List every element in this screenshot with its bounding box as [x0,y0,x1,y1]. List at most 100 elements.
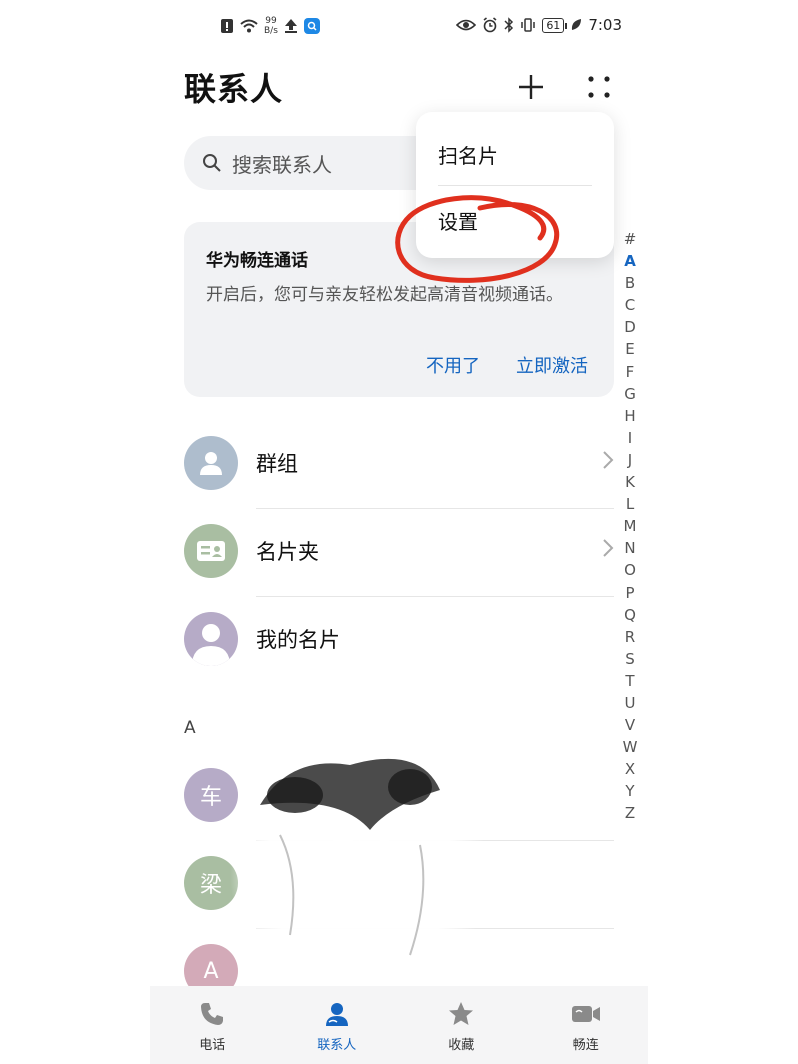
menu-item-settings[interactable]: 设置 [438,206,478,235]
row-label: 群组 [256,452,298,476]
alpha-index-letter[interactable]: Q [624,604,636,626]
alphabet-index[interactable]: # A B C D E F G H I J K L M N O P Q R S T U V W X Y Z [620,228,640,825]
wifi-icon [240,19,258,33]
nav-label: 电话 [199,1038,226,1053]
alpha-index-letter[interactable]: B [625,272,635,294]
alpha-index-letter[interactable]: H [624,405,635,427]
nav-label: 畅连 [572,1038,599,1053]
video-call-icon [571,1006,600,1022]
search-placeholder: 搜索联系人 [232,152,332,177]
overflow-menu: 扫名片 设置 [416,112,614,258]
battery-indicator: 61 [542,17,568,33]
alpha-index-letter[interactable]: F [626,361,635,383]
star-icon [449,1002,474,1025]
alpha-index-letter[interactable]: G [624,383,636,405]
nav-item-phone[interactable]: 电话 [150,986,275,1064]
network-speed-value: 99 [265,16,277,26]
row-divider [256,840,614,841]
network-speed: 99 B/s [264,16,278,36]
status-left: 99 B/s [220,16,320,36]
alpha-index-letter[interactable]: M [624,515,637,537]
alpha-index-letter[interactable]: K [625,471,635,493]
alpha-index-letter[interactable]: J [628,449,632,471]
upload-icon [284,18,298,34]
nav-item-meetime[interactable]: 畅连 [524,986,649,1064]
menu-item-scan-card[interactable]: 扫名片 [438,140,498,169]
alpha-index-letter[interactable]: A [624,250,636,272]
clock-time: 7:03 [588,16,622,34]
alpha-index-letter[interactable]: O [624,559,636,581]
nav-label: 联系人 [317,1038,357,1053]
alpha-index-letter[interactable]: U [625,692,636,714]
avatar [184,436,238,490]
vibrate-icon [520,17,536,33]
menu-divider [438,185,592,186]
alpha-index-letter[interactable]: D [624,316,636,338]
nav-item-favorites[interactable]: 收藏 [399,986,524,1064]
search-app-icon [303,18,320,34]
alpha-index-letter[interactable]: Z [625,802,635,824]
alpha-index-letter[interactable]: C [625,294,635,316]
alpha-index-letter[interactable]: W [623,736,638,758]
person-icon [200,452,222,475]
status-bar: 99 B/s 61 7:03 [150,0,648,58]
avatar-letter: 车 [199,785,222,810]
row-divider [256,928,614,929]
phone-icon [201,1003,224,1025]
alpha-index-letter[interactable]: R [625,626,635,648]
alarm-icon [482,17,498,33]
chevron-right-icon [603,539,614,557]
bottom-nav: 电话 联系人 收藏 畅连 [150,986,648,1064]
alpha-index-letter[interactable]: S [625,648,635,670]
avatar-letter: A [203,958,219,984]
leaf-icon [570,18,582,32]
dismiss-button[interactable]: 不用了 [426,352,480,378]
row-divider [256,596,614,597]
alpha-index-letter[interactable]: I [628,427,632,449]
avatar: 梁 [184,856,238,910]
avatar [184,612,238,666]
promo-card-title: 华为畅连通话 [206,251,308,271]
alpha-index-letter[interactable]: T [625,670,634,692]
search-icon [203,154,221,172]
row-label: 我的名片 [256,628,340,652]
status-right: 61 7:03 [456,16,622,34]
page-title: 联系人 [184,70,284,108]
business-card-icon [197,541,225,561]
nav-label: 收藏 [448,1038,475,1053]
alpha-index-letter[interactable]: # [624,228,637,250]
activate-button[interactable]: 立即激活 [516,352,588,378]
alpha-index-letter[interactable]: N [624,537,635,559]
avatar [184,524,238,578]
section-header: A [184,718,196,738]
chevron-right-icon [603,451,614,469]
contacts-screen: 99 B/s 61 7:03 联系人 搜索联系人 华为畅连通话 开启后，您可与亲… [150,0,648,1064]
alpha-index-letter[interactable]: Y [625,780,634,802]
alpha-index-letter[interactable]: E [625,338,634,360]
more-options-button[interactable] [582,70,616,104]
row-card-holder[interactable]: 名片夹 [184,516,614,604]
nav-item-contacts[interactable]: 联系人 [275,986,400,1064]
add-contact-button[interactable] [514,70,548,104]
row-my-card[interactable]: 我的名片 [184,604,614,692]
plus-icon [519,75,543,99]
contacts-icon [325,1003,348,1026]
person-icon [192,624,230,666]
row-groups[interactable]: 群组 [184,428,614,516]
promo-card-body: 开启后，您可与亲友轻松发起高清音视频通话。 [206,285,563,305]
alpha-index-letter[interactable]: X [625,758,635,780]
avatar: 车 [184,768,238,822]
row-divider [256,508,614,509]
alpha-index-letter[interactable]: V [625,714,635,736]
network-speed-unit: B/s [264,26,278,36]
alpha-index-letter[interactable]: P [625,582,634,604]
contact-row[interactable]: 车 [184,760,614,848]
alpha-index-letter[interactable]: L [626,493,634,515]
alert-icon [220,18,234,34]
avatar-letter: 梁 [199,873,222,898]
row-label: 名片夹 [256,540,319,564]
bluetooth-icon [504,17,514,33]
contact-row[interactable]: 梁 [184,848,614,936]
more-dots-icon [588,76,610,98]
eye-icon [456,19,477,31]
